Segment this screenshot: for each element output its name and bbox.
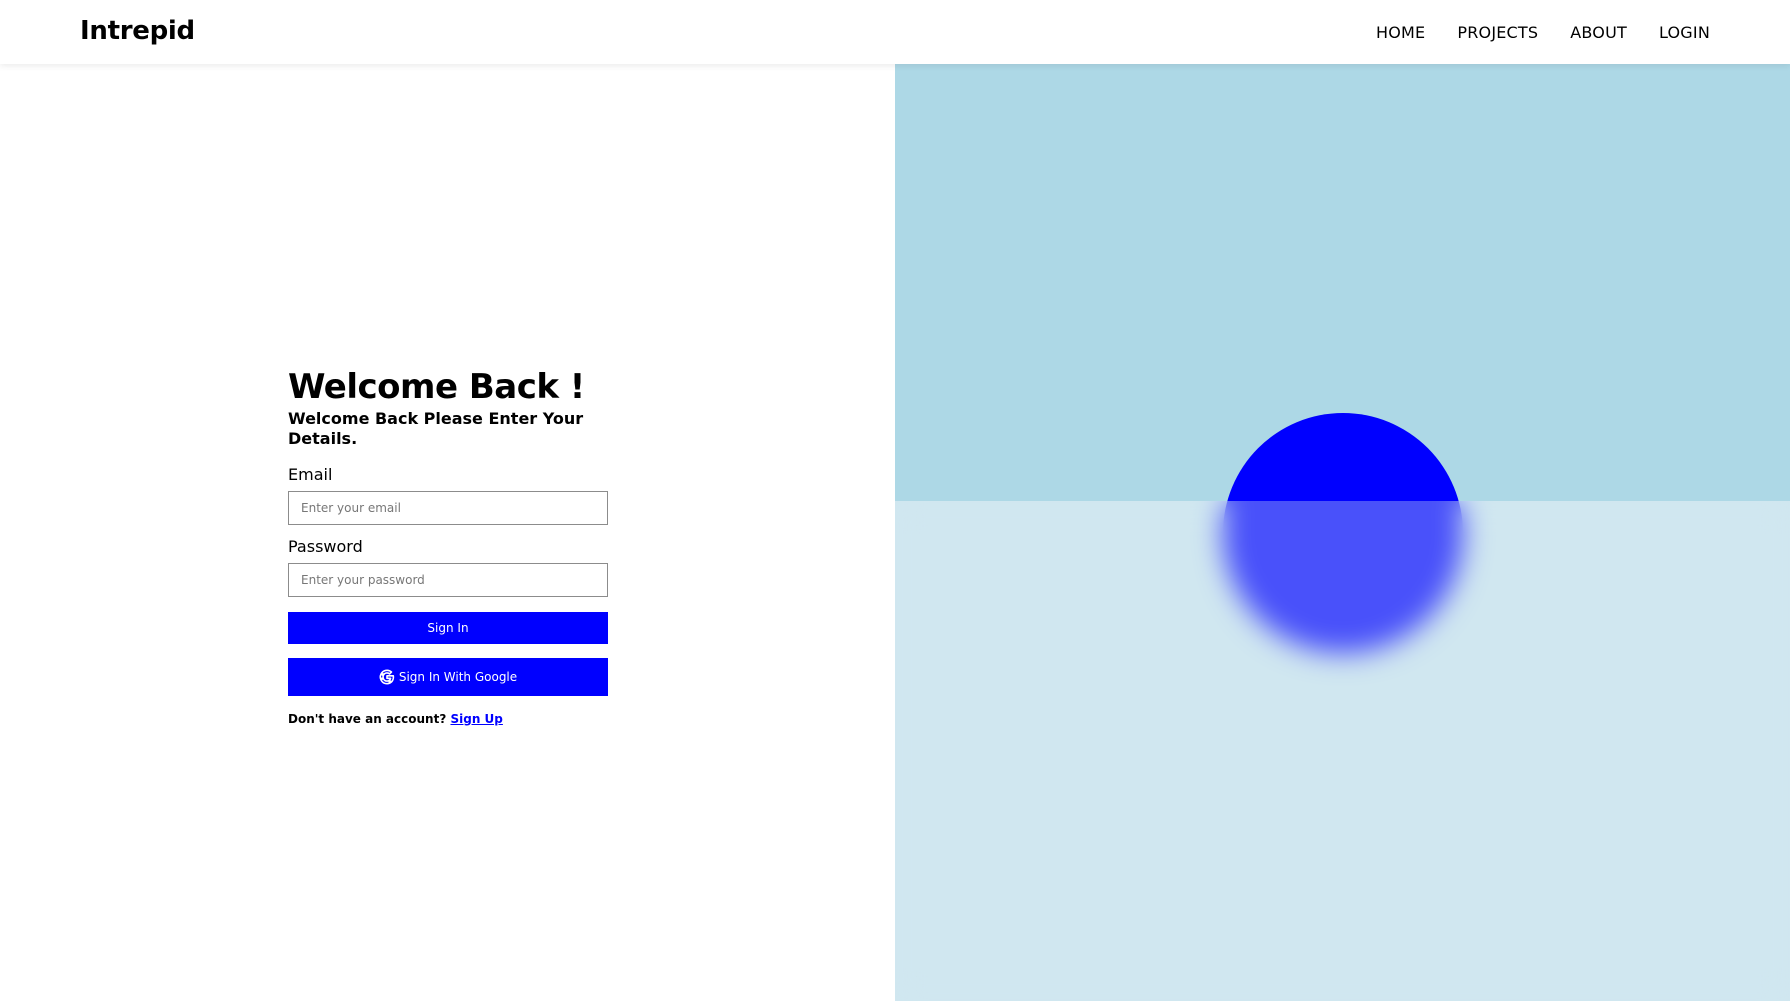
sign-in-button-label: Sign In xyxy=(427,621,469,635)
google-button-label: Sign In With Google xyxy=(398,670,518,684)
nav-menu: HOME PROJECTS ABOUT LOGIN xyxy=(1376,0,1710,64)
login-panel: Welcome Back ! Welcome Back Please Enter… xyxy=(0,64,895,1001)
password-field[interactable] xyxy=(288,563,608,597)
page-subtitle: Welcome Back Please Enter Your Details. xyxy=(288,409,584,448)
nav-link-projects[interactable]: PROJECTS xyxy=(1457,23,1538,42)
sign-in-button[interactable]: Sign In xyxy=(288,612,608,644)
frosted-glass-overlay xyxy=(895,501,1790,1001)
illustration-panel xyxy=(895,64,1790,1001)
login-form: Welcome Back ! Welcome Back Please Enter… xyxy=(288,367,608,726)
google-sign-in-button[interactable]: Sign In With Google xyxy=(288,658,608,696)
top-navbar: Intrepid HOME PROJECTS ABOUT LOGIN xyxy=(0,0,1790,64)
password-label: Password xyxy=(288,537,363,556)
nav-link-home[interactable]: HOME xyxy=(1376,23,1425,42)
email-field[interactable] xyxy=(288,491,608,525)
signup-prompt-text: Don't have an account? xyxy=(288,712,447,726)
email-label: Email xyxy=(288,465,333,484)
google-g-icon xyxy=(379,669,395,685)
sign-up-link[interactable]: Sign Up xyxy=(450,712,502,726)
nav-link-about[interactable]: ABOUT xyxy=(1570,23,1627,42)
page-title: Welcome Back ! xyxy=(288,367,585,407)
signup-prompt-row: Don't have an account? Sign Up xyxy=(288,712,608,726)
brand-logo[interactable]: Intrepid xyxy=(80,16,195,46)
nav-link-login[interactable]: LOGIN xyxy=(1659,23,1710,42)
